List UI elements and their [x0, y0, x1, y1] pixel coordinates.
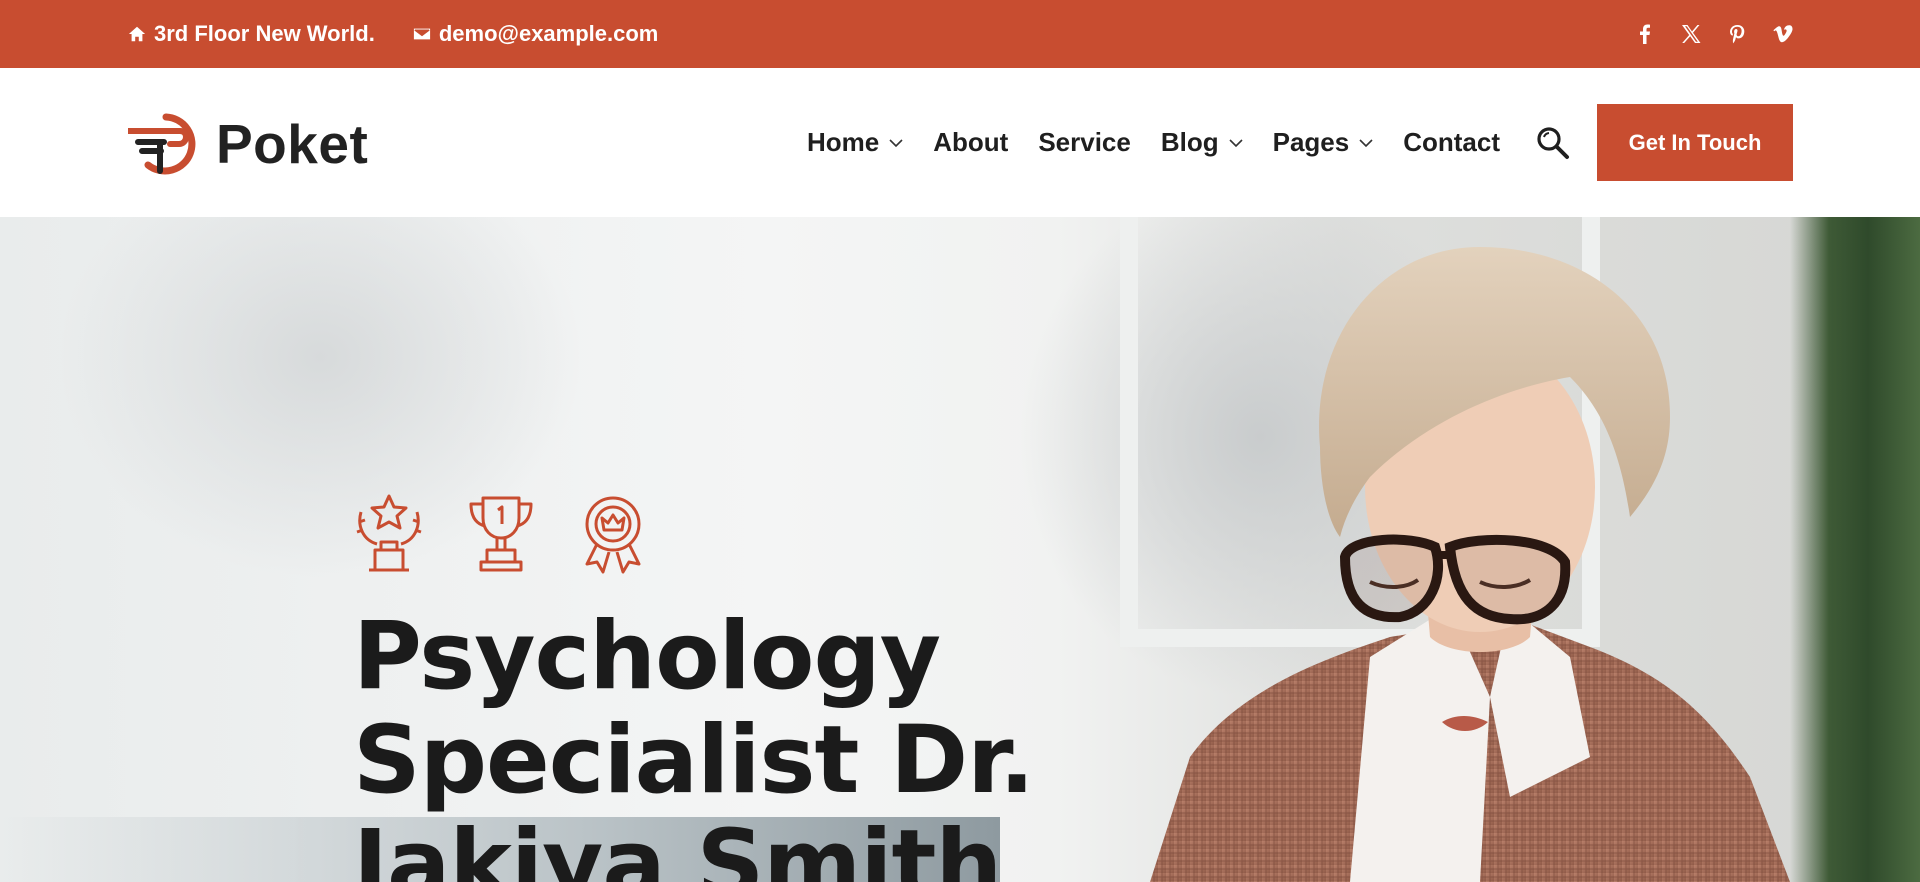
nav-item-pages[interactable]: Pages: [1273, 127, 1374, 158]
x-link[interactable]: [1680, 22, 1702, 46]
address-text: 3rd Floor New World.: [154, 21, 375, 46]
chevron-down-icon: [889, 138, 903, 147]
nav-item-label: About: [933, 127, 1009, 157]
vimeo-link[interactable]: [1772, 22, 1794, 46]
award-icons: [353, 492, 649, 574]
nav-item-blog[interactable]: Blog: [1161, 127, 1243, 158]
nav-item-label: Pages: [1272, 127, 1350, 157]
facebook-link[interactable]: [1634, 22, 1656, 46]
envelope-icon: [413, 28, 430, 40]
nav-item-about[interactable]: About: [933, 127, 1008, 158]
nav-item-label: Home: [806, 127, 880, 157]
poket-logo-icon: [128, 113, 196, 175]
nav-item-contact[interactable]: Contact: [1403, 127, 1500, 158]
number-one-trophy-icon: [469, 496, 533, 572]
x-icon: [1682, 25, 1701, 43]
email-info[interactable]: demo@example.com: [413, 21, 659, 47]
nav-item-home[interactable]: Home: [807, 127, 903, 158]
email-text: demo@example.com: [438, 21, 659, 46]
nav-item-label: Blog: [1160, 127, 1219, 157]
hero-title-line: Jakiya Smith: [353, 810, 1002, 882]
star-trophy-icon: [356, 494, 422, 572]
chevron-down-icon: [1359, 138, 1373, 147]
hero-section: Psychology Specialist Dr. Jakiya Smith: [0, 217, 1920, 882]
address-info: 3rd Floor New World.: [128, 21, 375, 47]
nav-item-label: Service: [1038, 127, 1131, 157]
logo[interactable]: Poket: [128, 112, 368, 176]
pinterest-link[interactable]: [1726, 22, 1748, 46]
search-button[interactable]: [1534, 124, 1572, 162]
social-links: [1634, 0, 1794, 68]
get-in-touch-button[interactable]: Get In Touch: [1597, 104, 1793, 181]
facebook-icon: [1640, 24, 1650, 44]
hero-title-line: Psychology: [353, 602, 941, 711]
search-icon: [1537, 127, 1569, 159]
pinterest-icon: [1730, 25, 1745, 44]
nav-item-service[interactable]: Service: [1038, 127, 1131, 158]
main-nav: Home About Service Blog Pages Contact: [807, 68, 1500, 217]
vimeo-icon: [1773, 25, 1793, 43]
hero-title: Psychology Specialist Dr. Jakiya Smith: [353, 605, 1053, 882]
chevron-down-icon: [1229, 138, 1243, 147]
hero-title-line: Specialist Dr.: [353, 706, 1035, 815]
logo-text: Poket: [216, 113, 369, 175]
site-header: Poket Home About Service Blog Pages Cont…: [0, 68, 1920, 217]
nav-item-label: Contact: [1403, 127, 1500, 157]
home-icon: [128, 26, 146, 42]
medal-ribbon-icon: [585, 496, 641, 574]
doctor-portrait-image: [1150, 247, 1790, 882]
top-info-bar: 3rd Floor New World. demo@example.com: [0, 0, 1920, 68]
contact-info: 3rd Floor New World. demo@example.com: [128, 0, 658, 68]
